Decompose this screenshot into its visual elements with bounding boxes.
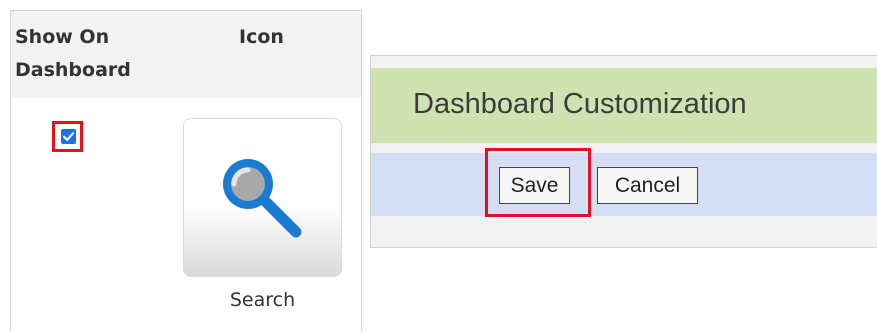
- show-on-dashboard-checkbox[interactable]: [61, 129, 76, 144]
- column-header-icon: Icon: [239, 26, 284, 48]
- dashboard-items-table: Show On Dashboard Icon Search: [10, 10, 362, 332]
- search-tile[interactable]: [183, 118, 342, 277]
- checkbox-highlight-box: [52, 121, 83, 152]
- dialog-title-bar: Dashboard Customization: [371, 68, 877, 143]
- search-tile-label: Search: [229, 289, 296, 311]
- dashboard-customization-dialog: Dashboard Customization Save Cancel: [370, 55, 877, 248]
- table-header: Show On Dashboard Icon: [11, 11, 361, 98]
- screenshot-root: Show On Dashboard Icon Search Dashboard …: [0, 0, 877, 332]
- search-icon: [223, 159, 302, 238]
- column-header-show-on-dashboard: Show On Dashboard: [15, 26, 131, 81]
- dialog-title: Dashboard Customization: [413, 88, 747, 120]
- checkmark-icon: [62, 132, 75, 141]
- cancel-button[interactable]: Cancel: [597, 167, 698, 204]
- save-button[interactable]: Save: [499, 167, 570, 204]
